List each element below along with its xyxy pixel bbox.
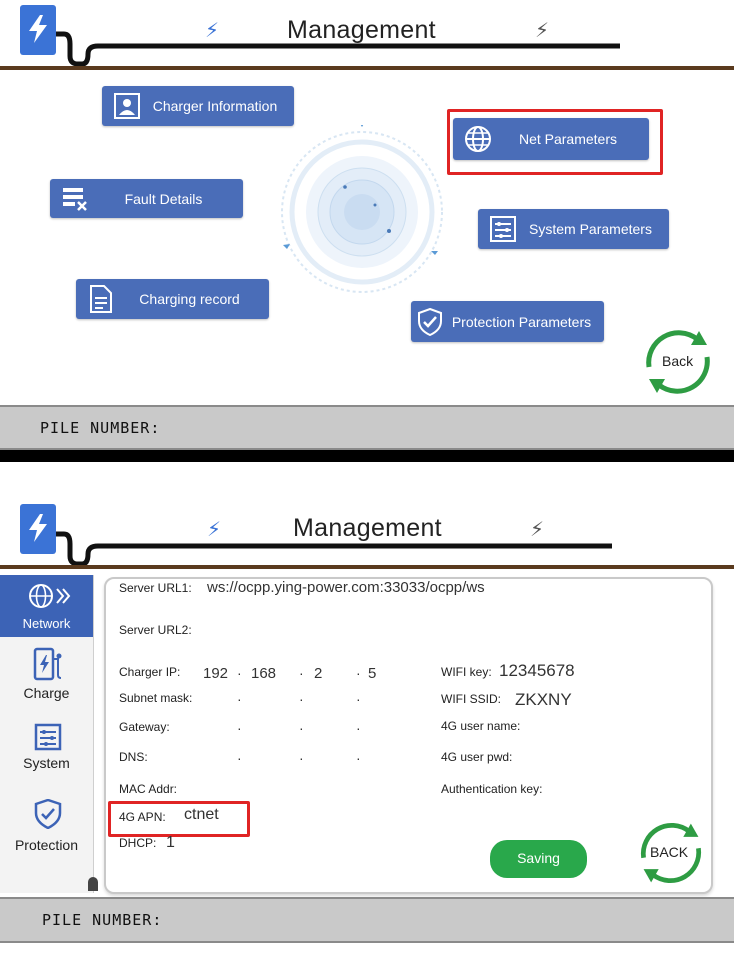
pile-number-label: PILE NUMBER: [40, 419, 161, 437]
screenshot-separator [0, 450, 734, 462]
shield-check-icon [34, 798, 62, 832]
page-title: Management [287, 16, 436, 44]
charging-record-label: Charging record [139, 291, 240, 307]
dns-label: DNS: [119, 750, 148, 764]
charger-information-label: Charger Information [152, 98, 278, 114]
blue-bolt-icon: ⚡ [205, 20, 220, 42]
ip-dot: · [356, 691, 361, 707]
charger-ip-octet-1[interactable]: 192 [203, 665, 228, 682]
gateway-label: Gateway: [119, 720, 170, 734]
dhcp-label: DHCP: [119, 836, 157, 850]
document-icon [86, 284, 116, 314]
sidebar-item-protection[interactable]: Protection [0, 798, 93, 869]
radar-decoration [281, 125, 443, 293]
sidebar-system-label: System [23, 755, 70, 771]
ip-dot: · [299, 720, 304, 736]
back-button[interactable]: BACK [636, 819, 706, 887]
pile-number-bar: PILE NUMBER: [0, 897, 734, 943]
charger-information-button[interactable]: Charger Information [102, 86, 294, 126]
fault-list-icon [60, 184, 90, 214]
charger-info-icon [112, 91, 142, 121]
charger-ip-octet-3[interactable]: 2 [314, 665, 322, 682]
globe-icon [463, 124, 493, 154]
fault-details-label: Fault Details [124, 190, 203, 207]
dhcp-value[interactable]: 1 [166, 834, 175, 852]
ip-dot: · [237, 720, 242, 736]
server-url2-label: Server URL2: [119, 623, 192, 637]
server-url1-value[interactable]: ws://ocpp.ying-power.com:33033/ocpp/ws [207, 579, 485, 596]
charger-ip-label: Charger IP: [119, 665, 181, 679]
protection-parameters-button[interactable]: Protection Parameters [411, 301, 604, 342]
sliders-icon [34, 723, 62, 754]
pile-number-bar: PILE NUMBER: [0, 405, 734, 450]
charger-ip-octet-2[interactable]: 168 [251, 665, 276, 682]
apn-label: 4G APN: [119, 810, 166, 824]
gray-bolt-icon: ⚡ [535, 20, 550, 42]
ip-dot: · [356, 720, 361, 736]
back-button[interactable]: Back [641, 327, 715, 397]
shield-check-icon [415, 307, 445, 337]
ip-dot: · [299, 665, 304, 681]
ip-dot: · [356, 665, 361, 681]
lightning-logo-icon [29, 514, 47, 542]
network-settings-panel: Server URL1: ws://ocpp.ying-power.com:33… [104, 577, 713, 894]
server-url1-label: Server URL1: [119, 581, 192, 595]
sidebar-item-network[interactable]: Network [0, 575, 93, 637]
wifi-ssid-value[interactable]: ZKXNY [515, 690, 572, 710]
header-divider [0, 565, 734, 569]
4g-user-pwd-label: 4G user pwd: [441, 750, 513, 764]
ip-dot: · [299, 691, 304, 707]
system-parameters-button[interactable]: System Parameters [478, 209, 669, 249]
gray-bolt-icon: ⚡ [530, 519, 545, 541]
management-menu-screen: ⚡ Management ⚡ Charger Information Net P… [0, 0, 734, 450]
charger-ip-octet-4[interactable]: 5 [368, 665, 376, 682]
charger-icon [32, 647, 64, 686]
sliders-icon [488, 214, 518, 244]
protection-parameters-label: Protection Parameters [451, 313, 592, 330]
fault-details-button[interactable]: Fault Details [50, 179, 243, 218]
apn-value[interactable]: ctnet [184, 806, 219, 824]
sidebar-network-label: Network [22, 616, 71, 631]
globe-icon [28, 583, 72, 612]
ip-dot: · [237, 750, 242, 766]
system-parameters-label: System Parameters [529, 221, 652, 237]
saving-button[interactable]: Saving [490, 840, 587, 878]
ip-dot: · [237, 691, 242, 707]
back-label: Back [662, 353, 694, 369]
ip-dot: · [356, 750, 361, 766]
blue-bolt-icon: ⚡ [207, 519, 222, 541]
net-parameters-button[interactable]: Net Parameters [453, 118, 649, 160]
settings-sidebar: Network Charge System Protection [0, 575, 94, 893]
4g-user-name-label: 4G user name: [441, 719, 521, 733]
wifi-key-label: WIFI key: [441, 665, 492, 679]
sidebar-protection-label: Protection [14, 837, 79, 853]
scroll-handle[interactable] [88, 877, 98, 891]
wifi-ssid-label: WIFI SSID: [441, 692, 501, 706]
sidebar-item-system[interactable]: System [0, 723, 93, 785]
ip-dot: · [237, 665, 242, 681]
pile-number-label: PILE NUMBER: [42, 911, 163, 929]
mac-addr-label: MAC Addr: [119, 782, 178, 796]
authentication-key-label: Authentication key: [441, 782, 543, 796]
sidebar-item-charge[interactable]: Charge [0, 647, 93, 709]
header-divider [0, 66, 734, 70]
back-label: BACK [650, 844, 689, 860]
network-settings-screen: ⚡ Management ⚡ Network Charge System Pro… [0, 462, 734, 979]
page-title: Management [293, 514, 442, 542]
net-parameters-label: Net Parameters [518, 131, 618, 147]
charging-record-button[interactable]: Charging record [76, 279, 269, 319]
wifi-key-value[interactable]: 12345678 [499, 661, 575, 681]
sidebar-charge-label: Charge [23, 685, 70, 701]
lightning-logo-icon [29, 15, 47, 43]
subnet-mask-label: Subnet mask: [119, 691, 193, 705]
ip-dot: · [299, 750, 304, 766]
